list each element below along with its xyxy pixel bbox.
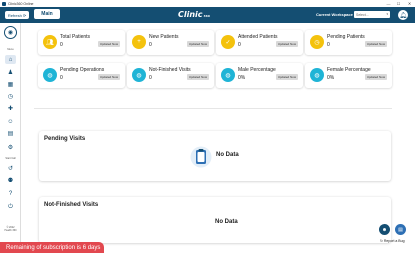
- main-button[interactable]: Main: [34, 9, 60, 19]
- maximize-button[interactable]: ☐: [394, 0, 403, 7]
- updated-badge: Updated Now: [186, 41, 209, 47]
- updated-badge: Updated Now: [97, 41, 120, 47]
- updated-badge: Updated Now: [97, 74, 120, 80]
- stat-value: 0%: [238, 75, 246, 81]
- stat-card-attended-patients[interactable]: ✓ Attended Patients 0 Updated Now: [216, 30, 303, 55]
- updated-badge: Updated Now: [275, 41, 298, 47]
- section-divider: [34, 108, 392, 109]
- sidebar: ◉ Menu ⌂ ♟ ▦ ◷ ✚ ☺ ▤ ⚙ Start Call ↺ ⚉ ? …: [0, 23, 21, 253]
- bell-icon[interactable]: 🔔︎: [398, 10, 408, 20]
- refresh-icon: ⟳: [22, 12, 27, 18]
- patients-icon: 👥︎: [43, 35, 57, 49]
- refresh-button[interactable]: Refresh ⟳: [5, 11, 29, 19]
- stat-card-pending-operations[interactable]: ◍ Pending Operations 0 Updated Now: [38, 63, 125, 88]
- workspace-label: Current Workspace: [316, 12, 353, 17]
- stat-value: 0: [60, 42, 63, 48]
- workspace-select[interactable]: Select... ▾: [354, 11, 390, 18]
- subscription-banner: Remaining of subscription is 6 days: [0, 242, 104, 253]
- stat-label: Female Percentage: [327, 67, 371, 73]
- app-header: Refresh ⟳ Main Clinic360 Current Workspa…: [0, 7, 415, 23]
- report-bug-link[interactable]: ↻ Report a Bug: [380, 239, 405, 243]
- globe-icon: ◍: [221, 68, 235, 82]
- users-icon[interactable]: ☺: [5, 117, 16, 126]
- stat-card-total-patients[interactable]: 👥︎ Total Patients 0 Updated Now: [38, 30, 125, 55]
- clock-icon[interactable]: ◷: [5, 92, 16, 101]
- stat-label: Attended Patients: [238, 34, 278, 40]
- pending-visits-title: Pending Visits: [44, 136, 86, 142]
- not-finished-visits-panel: Not-Finished Visits No Data: [39, 197, 391, 243]
- org-icon[interactable]: ⚉: [5, 176, 16, 185]
- workspace-value: Select...: [356, 12, 369, 17]
- refresh-label: Refresh: [7, 12, 22, 18]
- logo-text: Clinic: [178, 10, 203, 19]
- patients-icon[interactable]: ♟: [5, 68, 16, 77]
- empty-clipboard-icon: [190, 146, 212, 168]
- help-icon[interactable]: ?: [5, 189, 16, 198]
- updated-badge: Updated Now: [364, 41, 387, 47]
- stat-label: New Patients: [149, 34, 179, 40]
- stat-card-pending-patients[interactable]: ◷ Pending Patients 0 Updated Now: [305, 30, 392, 55]
- start-call-label: Start Call: [5, 157, 16, 160]
- user-clock-icon: ◷: [310, 35, 324, 49]
- logo-suffix: 360: [203, 14, 210, 18]
- stat-label: Pending Operations: [60, 67, 105, 73]
- stat-value: 0: [238, 42, 241, 48]
- stat-value: 0: [327, 42, 330, 48]
- chevron-down-icon: ▾: [386, 12, 388, 16]
- clinic-logo[interactable]: Clinic360: [178, 10, 210, 19]
- support-icon[interactable]: ☻: [379, 224, 390, 235]
- window-titlebar: Clinic360 Online — ☐ ✕: [0, 0, 415, 7]
- updated-badge: Updated Now: [364, 74, 387, 80]
- globe-icon: ◍: [43, 68, 57, 82]
- updated-badge: Updated Now: [186, 74, 209, 80]
- user-check-icon: ✓: [221, 35, 235, 49]
- stat-card-not-finished-visits[interactable]: ◍ Not-Finished Visits 0 Updated Now: [127, 63, 214, 88]
- stat-value: 0: [149, 75, 152, 81]
- menu-label: Menu: [7, 48, 14, 51]
- report-bug-label: Report a Bug: [383, 239, 405, 243]
- logout-icon[interactable]: ⏻: [5, 203, 16, 212]
- globe-icon: ◍: [132, 68, 146, 82]
- stat-value: 0%: [327, 75, 335, 81]
- updated-badge: Updated Now: [275, 74, 298, 80]
- stat-label: Total Patients: [60, 34, 91, 40]
- window-title: Clinic360 Online: [8, 1, 34, 6]
- close-button[interactable]: ✕: [405, 0, 414, 7]
- globe-icon: ◍: [310, 68, 324, 82]
- user-avatar[interactable]: ◉: [4, 26, 17, 39]
- pending-visits-panel: Pending Visits No Data: [39, 131, 391, 181]
- stat-card-new-patients[interactable]: + New Patients 0 Updated Now: [127, 30, 214, 55]
- stat-label: Pending Patients: [327, 34, 365, 40]
- minimize-button[interactable]: —: [384, 0, 393, 7]
- not-finished-visits-title: Not-Finished Visits: [44, 202, 99, 208]
- stat-label: Male Percentage: [238, 67, 276, 73]
- receipt-icon[interactable]: ▤: [5, 129, 16, 138]
- stat-label: Not-Finished Visits: [149, 67, 191, 73]
- stat-card-male-percentage[interactable]: ◍ Male Percentage 0% Updated Now: [216, 63, 303, 88]
- not-finished-visits-empty: No Data: [215, 219, 238, 225]
- stat-value: 0: [60, 75, 63, 81]
- calendar-icon[interactable]: ▦: [5, 80, 16, 89]
- footer-brand: Health 360: [4, 229, 17, 232]
- stat-value: 0: [149, 42, 152, 48]
- pending-visits-empty: No Data: [216, 152, 239, 158]
- home-icon[interactable]: ⌂: [5, 55, 16, 64]
- history-icon[interactable]: ↺: [5, 164, 16, 173]
- app-icon: [2, 1, 6, 6]
- stat-card-female-percentage[interactable]: ◍ Female Percentage 0% Updated Now: [305, 63, 392, 88]
- medical-icon[interactable]: ✚: [5, 104, 16, 113]
- settings-icon[interactable]: ⚙: [5, 143, 16, 152]
- user-plus-icon: +: [132, 35, 146, 49]
- message-icon[interactable]: ▤: [395, 224, 406, 235]
